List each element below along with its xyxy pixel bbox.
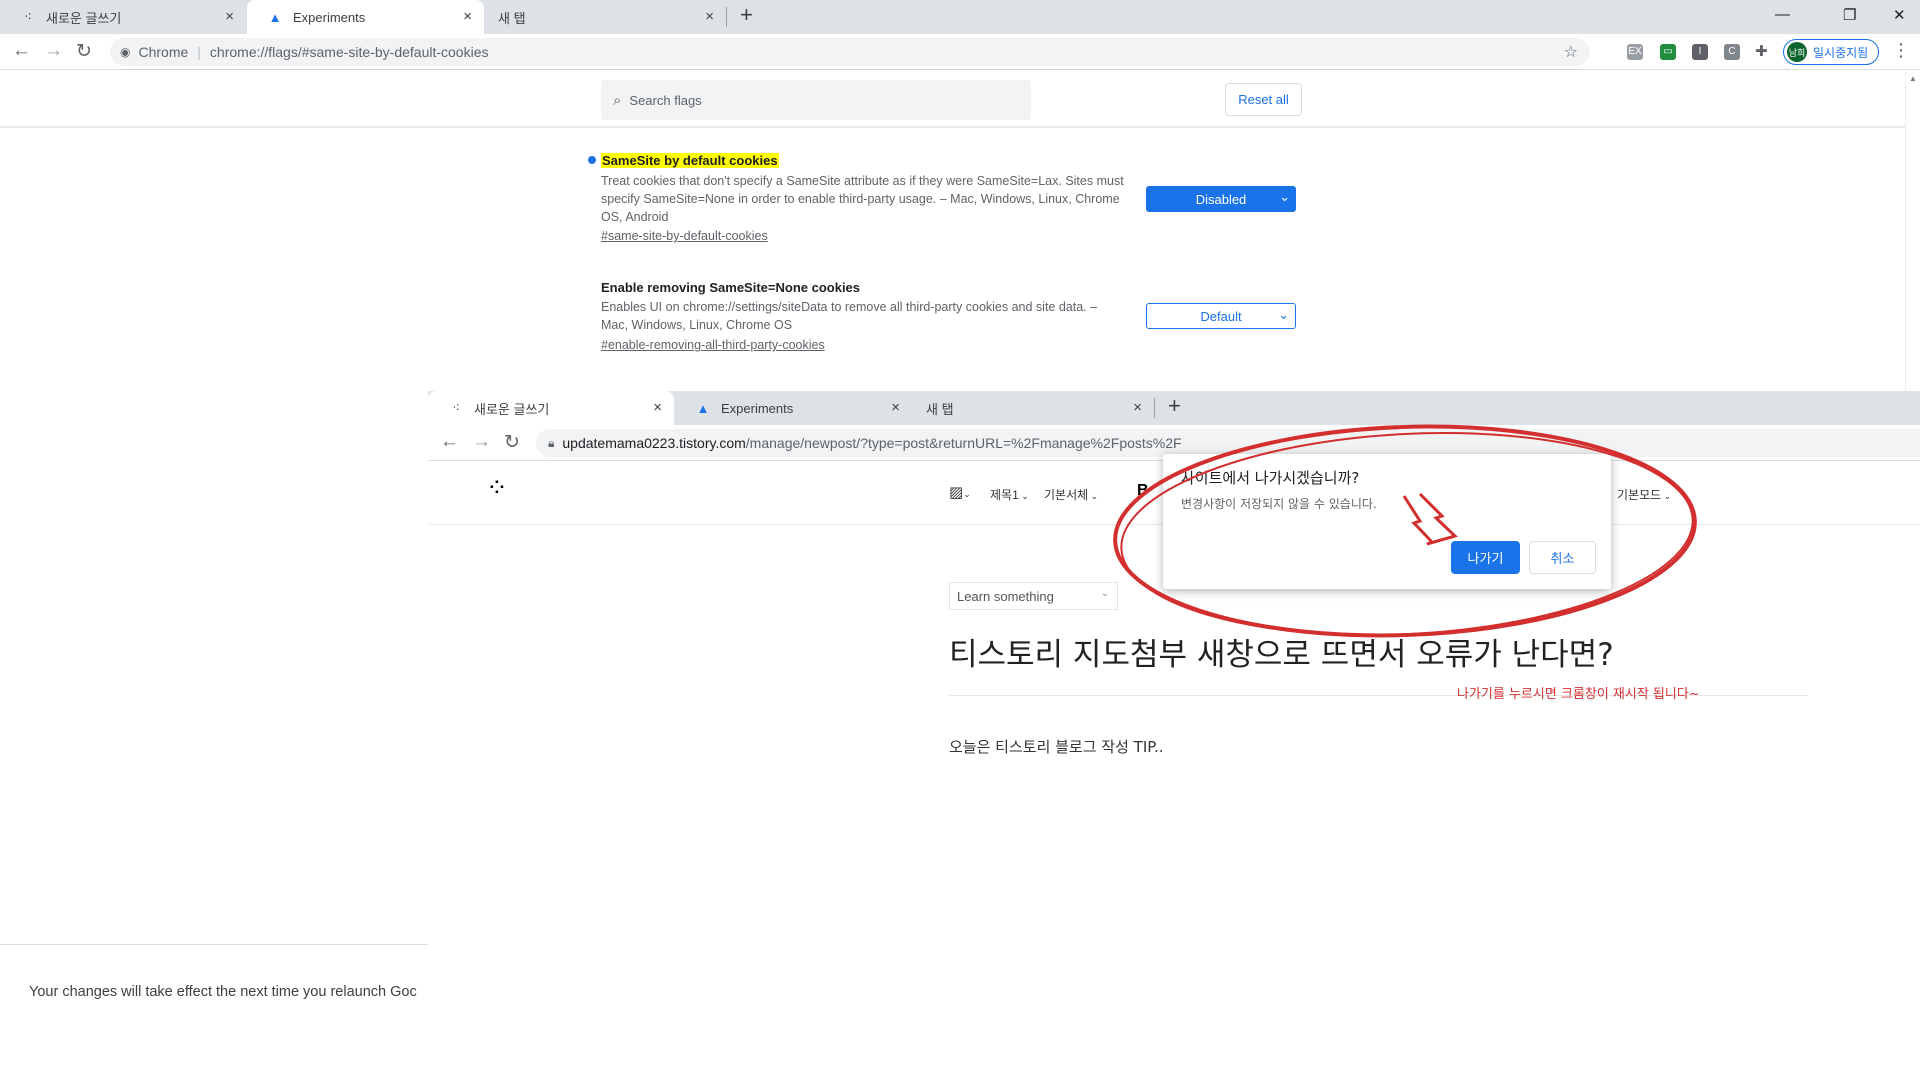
annotation-overlay xyxy=(1113,424,1697,638)
highlight-ellipse xyxy=(1120,432,1694,636)
highlight-ellipse xyxy=(1113,424,1697,638)
annotation-note: 나가기를 누르시면 크롬창이 재시작 됩니다~ xyxy=(1457,687,1700,702)
lightning-arrow-icon xyxy=(1402,492,1458,546)
